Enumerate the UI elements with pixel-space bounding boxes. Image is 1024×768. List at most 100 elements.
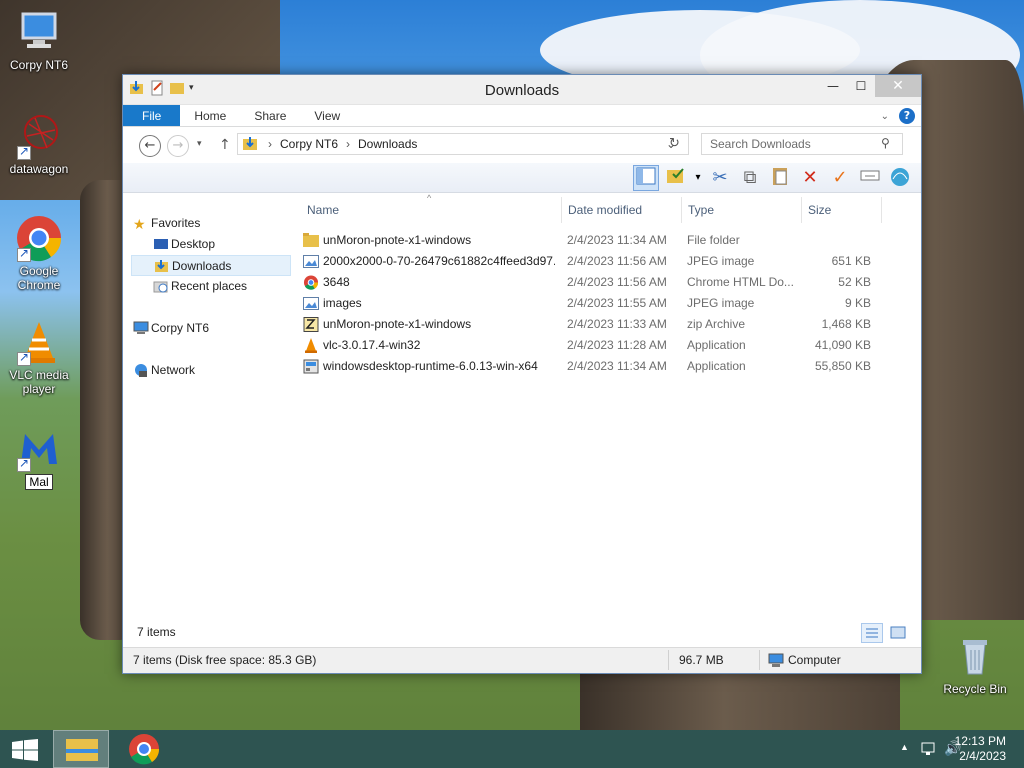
table-row[interactable]: windowsdesktop-runtime-6.0.13-win-x64 2/4… bbox=[299, 356, 921, 377]
back-button[interactable]: ← bbox=[139, 135, 161, 157]
dropdown-arrow-icon[interactable]: ▾ bbox=[693, 165, 703, 191]
check-icon[interactable]: ✓ bbox=[827, 165, 853, 191]
explorer-window: ▾ Downloads — ☐ ✕ File Home Share View ⌄… bbox=[122, 74, 922, 674]
file-explorer-icon bbox=[66, 739, 98, 761]
file-name: windowsdesktop-runtime-6.0.13-win-x64 bbox=[323, 359, 538, 373]
status-bar: 7 items (Disk free space: 85.3 GB) 96.7 … bbox=[123, 647, 921, 673]
recent-locations-icon[interactable]: ▾ bbox=[197, 139, 202, 149]
delete-icon[interactable]: ✕ bbox=[797, 165, 823, 191]
file-list: ^ Name Date modified Type Size unMoron-p… bbox=[299, 193, 921, 613]
file-name: unMoron-pnote-x1-windows bbox=[323, 233, 472, 247]
show-hidden-icons-icon[interactable]: ▲ bbox=[900, 742, 909, 752]
column-headers: ^ Name Date modified Type Size bbox=[299, 193, 921, 225]
recent-places-icon bbox=[153, 281, 168, 293]
table-row[interactable]: images 2/4/2023 11:55 AM JPEG image 9 KB bbox=[299, 293, 921, 314]
nav-computer[interactable]: Corpy NT6 bbox=[131, 318, 291, 339]
up-button[interactable]: ↑ bbox=[219, 137, 231, 153]
refresh-icon[interactable]: ↻ bbox=[669, 136, 680, 151]
file-name: 3648 bbox=[323, 275, 350, 289]
forward-button[interactable]: → bbox=[167, 135, 189, 157]
desktop-icon-label: Google Chrome bbox=[17, 264, 61, 292]
file-date: 2/4/2023 11:56 AM bbox=[567, 254, 667, 268]
command-toolbar: ▾ ✂ ⧉ ✕ ✓ bbox=[123, 163, 921, 193]
clock-time: 12:13 PM bbox=[954, 734, 1006, 748]
shell-icon[interactable] bbox=[887, 165, 913, 191]
ribbon-tabs: File Home Share View ⌄ ? bbox=[123, 105, 921, 127]
file-size: 9 KB bbox=[844, 296, 871, 310]
table-row[interactable]: unMoron-pnote-x1-windows 2/4/2023 11:33 A… bbox=[299, 314, 921, 335]
file-type: JPEG image bbox=[687, 296, 755, 310]
file-type: zip Archive bbox=[687, 317, 746, 331]
chrome-icon bbox=[129, 734, 160, 765]
clock[interactable]: 12:13 PM 2/4/2023 bbox=[955, 734, 1006, 764]
window-title: Downloads bbox=[484, 82, 560, 99]
computer-icon bbox=[15, 8, 63, 56]
desktop-icon-label: Recycle Bin bbox=[943, 682, 1007, 696]
help-icon[interactable]: ? bbox=[899, 108, 915, 124]
network-icon bbox=[135, 364, 147, 377]
file-size: 1,468 KB bbox=[821, 317, 871, 331]
column-header-type[interactable]: Type bbox=[688, 203, 714, 217]
preview-pane-icon[interactable] bbox=[633, 165, 659, 191]
datawagon-icon bbox=[15, 112, 63, 160]
tab-view[interactable]: View bbox=[300, 105, 354, 126]
minimize-button[interactable]: — bbox=[819, 75, 847, 97]
breadcrumb-computer[interactable]: Corpy NT6 bbox=[280, 137, 338, 151]
shortcut-arrow-icon bbox=[17, 144, 31, 160]
desktop-icon-malware[interactable]: Mal bbox=[1, 424, 77, 490]
desktop-icon-recycle-bin[interactable]: Recycle Bin bbox=[937, 632, 1013, 696]
clock-date: 2/4/2023 bbox=[959, 749, 1006, 763]
taskbar-file-explorer[interactable] bbox=[53, 730, 109, 768]
network-status-icon[interactable] bbox=[920, 741, 936, 757]
nav-favorites[interactable]: ★ Favorites bbox=[131, 213, 291, 234]
nav-desktop[interactable]: Desktop bbox=[131, 234, 291, 255]
navigation-pane: ★ Favorites Desktop Downloads Recent pla… bbox=[131, 205, 291, 613]
nav-downloads[interactable]: Downloads bbox=[131, 255, 291, 276]
table-row[interactable]: 2000x2000-0-70-26479c61882c4ffeed3d97...… bbox=[299, 251, 921, 272]
title-bar[interactable]: ▾ Downloads — ☐ ✕ bbox=[123, 75, 921, 105]
breadcrumb-downloads[interactable]: Downloads bbox=[358, 137, 417, 151]
column-header-name[interactable]: Name bbox=[307, 203, 339, 217]
column-header-date[interactable]: Date modified bbox=[568, 203, 642, 217]
shortcut-arrow-icon bbox=[17, 350, 31, 366]
large-icons-view-button[interactable] bbox=[887, 623, 909, 643]
expand-ribbon-icon[interactable]: ⌄ bbox=[881, 111, 889, 122]
folder-options-icon[interactable] bbox=[663, 165, 689, 191]
file-date: 2/4/2023 11:33 AM bbox=[567, 317, 667, 331]
shortcut-arrow-icon bbox=[17, 456, 31, 472]
column-header-size[interactable]: Size bbox=[808, 203, 831, 217]
table-row[interactable]: vlc-3.0.17.4-win32 2/4/2023 11:28 AM Appli… bbox=[299, 335, 921, 356]
table-row[interactable]: unMoron-pnote-x1-windows 2/4/2023 11:34 A… bbox=[299, 230, 921, 251]
rename-input[interactable]: Mal bbox=[25, 474, 53, 490]
status-location: Computer bbox=[788, 653, 841, 667]
close-button[interactable]: ✕ bbox=[875, 75, 921, 97]
breadcrumb-separator-icon: › bbox=[346, 137, 351, 151]
desktop-icon-computer[interactable]: Corpy NT6 bbox=[1, 8, 77, 72]
copy-icon[interactable]: ⧉ bbox=[737, 165, 763, 191]
desktop-icon-chrome[interactable]: Google Chrome bbox=[1, 214, 77, 292]
file-size: 651 KB bbox=[831, 254, 871, 268]
malwarebytes-icon bbox=[15, 424, 63, 472]
status-selection-size: 96.7 MB bbox=[679, 653, 724, 667]
table-row[interactable]: 3648 2/4/2023 11:56 AM Chrome HTML Do... 52… bbox=[299, 272, 921, 293]
details-view-button[interactable] bbox=[861, 623, 883, 643]
tab-home[interactable]: Home bbox=[180, 105, 240, 126]
tab-file[interactable]: File bbox=[123, 105, 181, 126]
cut-icon[interactable]: ✂ bbox=[707, 165, 733, 191]
taskbar-chrome[interactable] bbox=[116, 730, 172, 768]
desktop-icon-label: VLC media player bbox=[9, 368, 69, 396]
tab-share[interactable]: Share bbox=[240, 105, 300, 126]
search-input[interactable]: Search Downloads bbox=[701, 133, 903, 155]
windows-start-icon[interactable] bbox=[12, 739, 38, 761]
rename-icon[interactable] bbox=[857, 165, 883, 191]
desktop-icon-label: datawagon bbox=[9, 162, 69, 176]
desktop-icon-datawagon[interactable]: datawagon bbox=[1, 112, 77, 176]
paste-icon[interactable] bbox=[767, 165, 793, 191]
file-type: File folder bbox=[687, 233, 740, 247]
maximize-button[interactable]: ☐ bbox=[847, 75, 875, 97]
nav-network[interactable]: Network bbox=[131, 360, 291, 381]
navigation-bar: ← → ▾ ↑ › Corpy NT6 › Downloads ⌄ ↻ Sear… bbox=[123, 127, 921, 163]
address-bar[interactable]: › Corpy NT6 › Downloads ⌄ bbox=[237, 133, 689, 155]
desktop-icon-vlc[interactable]: VLC media player bbox=[1, 318, 77, 396]
nav-recent-places[interactable]: Recent places bbox=[131, 276, 291, 297]
